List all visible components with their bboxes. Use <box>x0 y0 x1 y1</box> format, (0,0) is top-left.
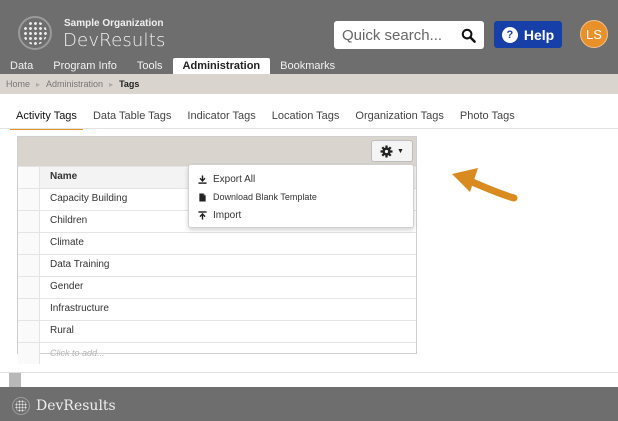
tabs-divider <box>0 128 618 129</box>
devresults-logo-icon[interactable] <box>18 16 52 50</box>
menu-export-all[interactable]: Export All <box>189 170 413 188</box>
org-name: Sample Organization <box>64 18 164 29</box>
nav-program-info[interactable]: Program Info <box>43 58 127 74</box>
table-row[interactable]: Climate <box>18 232 416 254</box>
main-nav: Data Program Info Tools Administration B… <box>0 58 345 74</box>
chevron-right-icon: ▸ <box>36 79 41 89</box>
menu-download-blank-template[interactable]: Download Blank Template <box>189 188 413 206</box>
tab-activity-tags[interactable]: Activity Tags <box>10 104 83 130</box>
tab-photo-tags[interactable]: Photo Tags <box>454 104 521 130</box>
breadcrumb: Home ▸ Administration ▸ Tags <box>0 74 618 94</box>
page-bottom-strip <box>0 372 618 387</box>
footer-app-name: DevResults <box>36 398 116 414</box>
tab-location-tags[interactable]: Location Tags <box>266 104 346 130</box>
table-row[interactable]: Rural <box>18 320 416 342</box>
table-row[interactable]: Gender <box>18 276 416 298</box>
nav-tools[interactable]: Tools <box>127 58 173 74</box>
tag-name-cell[interactable]: Rural <box>40 321 416 342</box>
gear-icon <box>380 144 393 158</box>
menu-export-all-label: Export All <box>213 173 256 185</box>
download-icon <box>198 174 207 184</box>
app-footer: DevResults <box>0 387 618 421</box>
table-row[interactable]: Data Training <box>18 254 416 276</box>
tag-type-tabs: Activity Tags Data Table Tags Indicator … <box>10 104 525 130</box>
tab-organization-tags[interactable]: Organization Tags <box>349 104 449 130</box>
app-name[interactable]: DevResults <box>63 30 166 51</box>
question-icon: ? <box>501 26 518 43</box>
tab-data-table-tags[interactable]: Data Table Tags <box>87 104 177 130</box>
row-gutter <box>18 299 40 320</box>
row-gutter <box>18 189 40 210</box>
user-avatar[interactable]: LS <box>580 20 608 48</box>
row-gutter <box>18 211 40 232</box>
breadcrumb-administration[interactable]: Administration <box>46 79 103 89</box>
row-gutter <box>18 343 40 364</box>
upload-icon <box>198 210 207 220</box>
tag-name-cell[interactable]: Gender <box>40 277 416 298</box>
app-header: Sample Organization DevResults Quick sea… <box>0 0 618 74</box>
tag-name-cell[interactable]: Climate <box>40 233 416 254</box>
search-icon[interactable] <box>461 28 476 43</box>
chevron-right-icon: ▸ <box>109 79 114 89</box>
annotation-arrow-icon <box>452 168 518 202</box>
row-gutter <box>18 255 40 276</box>
quick-search-input[interactable]: Quick search... <box>334 21 484 49</box>
tag-name-cell[interactable]: Data Training <box>40 255 416 276</box>
row-gutter <box>18 321 40 342</box>
row-gutter <box>18 167 40 188</box>
table-row[interactable]: Infrastructure <box>18 298 416 320</box>
breadcrumb-home[interactable]: Home <box>6 79 30 89</box>
caret-down-icon: ▼ <box>397 147 404 155</box>
nav-data[interactable]: Data <box>0 58 43 74</box>
add-row[interactable]: Click to add... <box>18 342 416 364</box>
menu-import[interactable]: Import <box>189 206 413 224</box>
menu-import-label: Import <box>213 209 242 221</box>
nav-administration[interactable]: Administration <box>172 58 271 74</box>
grid-toolbar: ▼ <box>18 137 416 166</box>
nav-bookmarks[interactable]: Bookmarks <box>270 58 345 74</box>
search-placeholder: Quick search... <box>342 26 443 44</box>
tag-name-cell[interactable]: Infrastructure <box>40 299 416 320</box>
file-icon <box>199 192 206 202</box>
menu-download-template-label: Download Blank Template <box>213 192 317 202</box>
scroll-handle[interactable] <box>9 373 21 387</box>
help-button[interactable]: ? Help <box>494 21 562 48</box>
row-gutter <box>18 233 40 254</box>
devresults-logo-icon <box>12 397 30 415</box>
breadcrumb-current: Tags <box>119 79 140 89</box>
grid-actions-button[interactable]: ▼ <box>371 140 413 162</box>
tab-indicator-tags[interactable]: Indicator Tags <box>181 104 261 130</box>
help-label: Help <box>523 26 555 43</box>
add-tag-input[interactable]: Click to add... <box>40 343 416 364</box>
row-gutter <box>18 277 40 298</box>
grid-actions-menu: Export All Download Blank Template Impor… <box>188 164 414 228</box>
